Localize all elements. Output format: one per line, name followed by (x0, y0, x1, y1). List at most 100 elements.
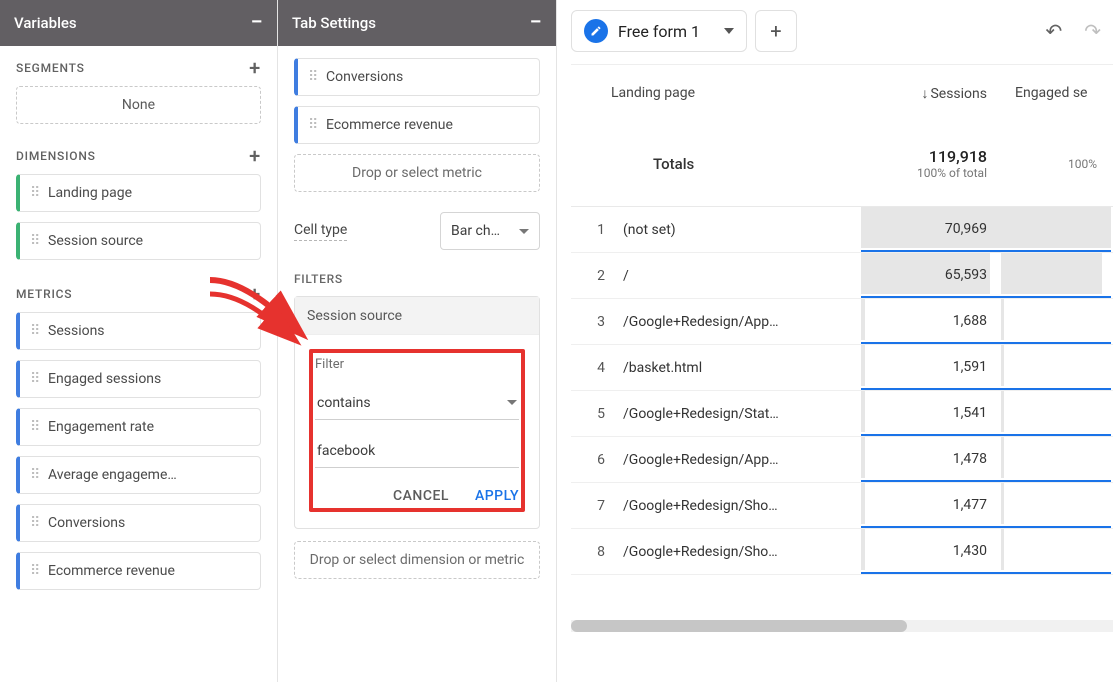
filter-chip-header[interactable]: Session source (295, 297, 539, 335)
cancel-button[interactable]: CANCEL (393, 488, 449, 504)
dimension-chip[interactable]: Session source (16, 222, 261, 260)
metric-chip[interactable]: Conversions (16, 504, 261, 542)
dimensions-label: DIMENSIONS (16, 149, 96, 163)
add-tab-button[interactable]: + (755, 10, 797, 52)
tab-name: Free form 1 (618, 22, 700, 41)
metric-chip-label: Engagement rate (48, 419, 154, 435)
horizontal-scrollbar[interactable] (571, 620, 1113, 632)
row-index: 7 (571, 498, 623, 514)
tabsettings-header: Tab Settings − (278, 0, 556, 46)
filter-card: Session source Filter contains CANCEL AP… (294, 296, 540, 529)
row-index: 8 (571, 544, 623, 560)
table-row[interactable]: 7/Google+Redesign/Sho… 1,477 (571, 483, 1113, 529)
totals-label: Totals (571, 155, 861, 173)
filter-value-input[interactable] (315, 434, 519, 468)
drag-icon (30, 376, 40, 382)
drag-icon (30, 520, 40, 526)
row-dimension: /Google+Redesign/Sho… (623, 498, 861, 514)
drag-icon (30, 238, 40, 244)
report-table: Landing page Sessions Engaged se Totals … (571, 64, 1113, 656)
chevron-down-icon (519, 229, 529, 234)
assigned-metric-chip[interactable]: Ecommerce revenue (294, 106, 540, 144)
add-segment-button[interactable]: + (249, 58, 261, 78)
row-dimension: /Google+Redesign/App… (623, 452, 861, 468)
table-row[interactable]: 2/ 65,593 (571, 253, 1113, 299)
chevron-down-icon (724, 28, 734, 34)
row-dimension: (not set) (623, 222, 861, 238)
celltype-select[interactable]: Bar ch… (440, 212, 540, 250)
variables-panel: Variables − SEGMENTS + None DIMENSIONS +… (0, 0, 278, 682)
celltype-label: Cell type (294, 222, 347, 241)
table-row[interactable]: 5/Google+Redesign/Stat… 1,541 (571, 391, 1113, 437)
row-metric-sessions: 65,593 (861, 253, 1001, 298)
row-dimension: /Google+Redesign/Stat… (623, 406, 861, 422)
table-row[interactable]: 1(not set) 70,969 (571, 207, 1113, 253)
filter-highlight-box: Filter contains CANCEL APPLY (309, 349, 525, 512)
row-index: 2 (571, 268, 623, 284)
metric-chip[interactable]: Ecommerce revenue (16, 552, 261, 590)
metric-chip-label: Conversions (326, 69, 403, 85)
metrics-label: METRICS (16, 287, 72, 301)
metric-chip[interactable]: Engaged sessions (16, 360, 261, 398)
table-row[interactable]: 6/Google+Redesign/App… 1,478 (571, 437, 1113, 483)
filter-condition-select[interactable]: contains (315, 386, 519, 420)
metric-chip-label: Ecommerce revenue (326, 117, 453, 133)
row-dimension: /Google+Redesign/App… (623, 314, 861, 330)
row-dimension: /basket.html (623, 360, 861, 376)
tabbar: Free form 1 + ↶ ↷ (571, 10, 1113, 52)
filter-condition-value: contains (317, 395, 371, 411)
row-dimension: /Google+Redesign/Sho… (623, 544, 861, 560)
edit-icon (584, 19, 608, 43)
totals-row: Totals 119,918 100% of total 100% (571, 121, 1113, 207)
row-metric-engaged (1001, 253, 1111, 298)
row-index: 5 (571, 406, 623, 422)
metric-chip-label: Engaged sessions (48, 371, 161, 387)
add-metric-button[interactable]: + (249, 284, 261, 304)
drag-icon (308, 122, 318, 128)
row-metric-engaged (1001, 437, 1111, 482)
row-index: 3 (571, 314, 623, 330)
row-metric-engaged (1001, 529, 1111, 574)
dimensions-section: DIMENSIONS + Landing page Session source (0, 134, 277, 272)
row-metric-sessions: 70,969 (861, 207, 1001, 252)
row-metric-engaged (1001, 299, 1111, 344)
undo-icon[interactable]: ↶ (1045, 19, 1062, 43)
dimension-chip-label: Session source (48, 233, 143, 249)
apply-button[interactable]: APPLY (475, 488, 519, 504)
collapse-variables-icon[interactable]: − (251, 12, 263, 34)
add-dimension-button[interactable]: + (249, 146, 261, 166)
metric-chip[interactable]: Average engageme… (16, 456, 261, 494)
metric-dropzone[interactable]: Drop or select metric (294, 154, 540, 192)
metric-chip-label: Conversions (48, 515, 125, 531)
filter-chip-label: Session source (307, 308, 402, 324)
row-metric-sessions: 1,688 (861, 299, 1001, 344)
redo-icon[interactable]: ↷ (1084, 19, 1101, 43)
report-tab[interactable]: Free form 1 (571, 10, 747, 52)
report-area: Free form 1 + ↶ ↷ Landing page Sessions … (557, 0, 1113, 682)
row-metric-sessions: 1,541 (861, 391, 1001, 436)
column-header-dimension[interactable]: Landing page (571, 85, 861, 101)
table-row[interactable]: 8/Google+Redesign/Sho… 1,430 (571, 529, 1113, 575)
metric-chip[interactable]: Sessions (16, 312, 261, 350)
tabsettings-title: Tab Settings (292, 14, 376, 32)
row-index: 1 (571, 222, 623, 238)
metric-chip-label: Sessions (48, 323, 105, 339)
table-row[interactable]: 4/basket.html 1,591 (571, 345, 1113, 391)
metric-chip[interactable]: Engagement rate (16, 408, 261, 446)
celltype-value: Bar ch… (451, 223, 500, 239)
segments-none[interactable]: None (16, 86, 261, 124)
table-row[interactable]: 3/Google+Redesign/App… 1,688 (571, 299, 1113, 345)
drag-icon (30, 472, 40, 478)
collapse-tabsettings-icon[interactable]: − (530, 12, 542, 34)
drag-icon (30, 568, 40, 574)
column-header-engaged[interactable]: Engaged se (1001, 85, 1111, 101)
assigned-metric-chip[interactable]: Conversions (294, 58, 540, 96)
segments-section: SEGMENTS + None (0, 46, 277, 134)
column-header-sessions[interactable]: Sessions (861, 85, 1001, 102)
row-metric-engaged (1001, 345, 1111, 390)
filter-dropzone[interactable]: Drop or select dimension or metric (294, 541, 540, 579)
tabsettings-panel: Tab Settings − Conversions Ecommerce rev… (278, 0, 557, 682)
metric-chip-label: Ecommerce revenue (48, 563, 175, 579)
filter-caption: Filter (315, 357, 519, 372)
dimension-chip[interactable]: Landing page (16, 174, 261, 212)
